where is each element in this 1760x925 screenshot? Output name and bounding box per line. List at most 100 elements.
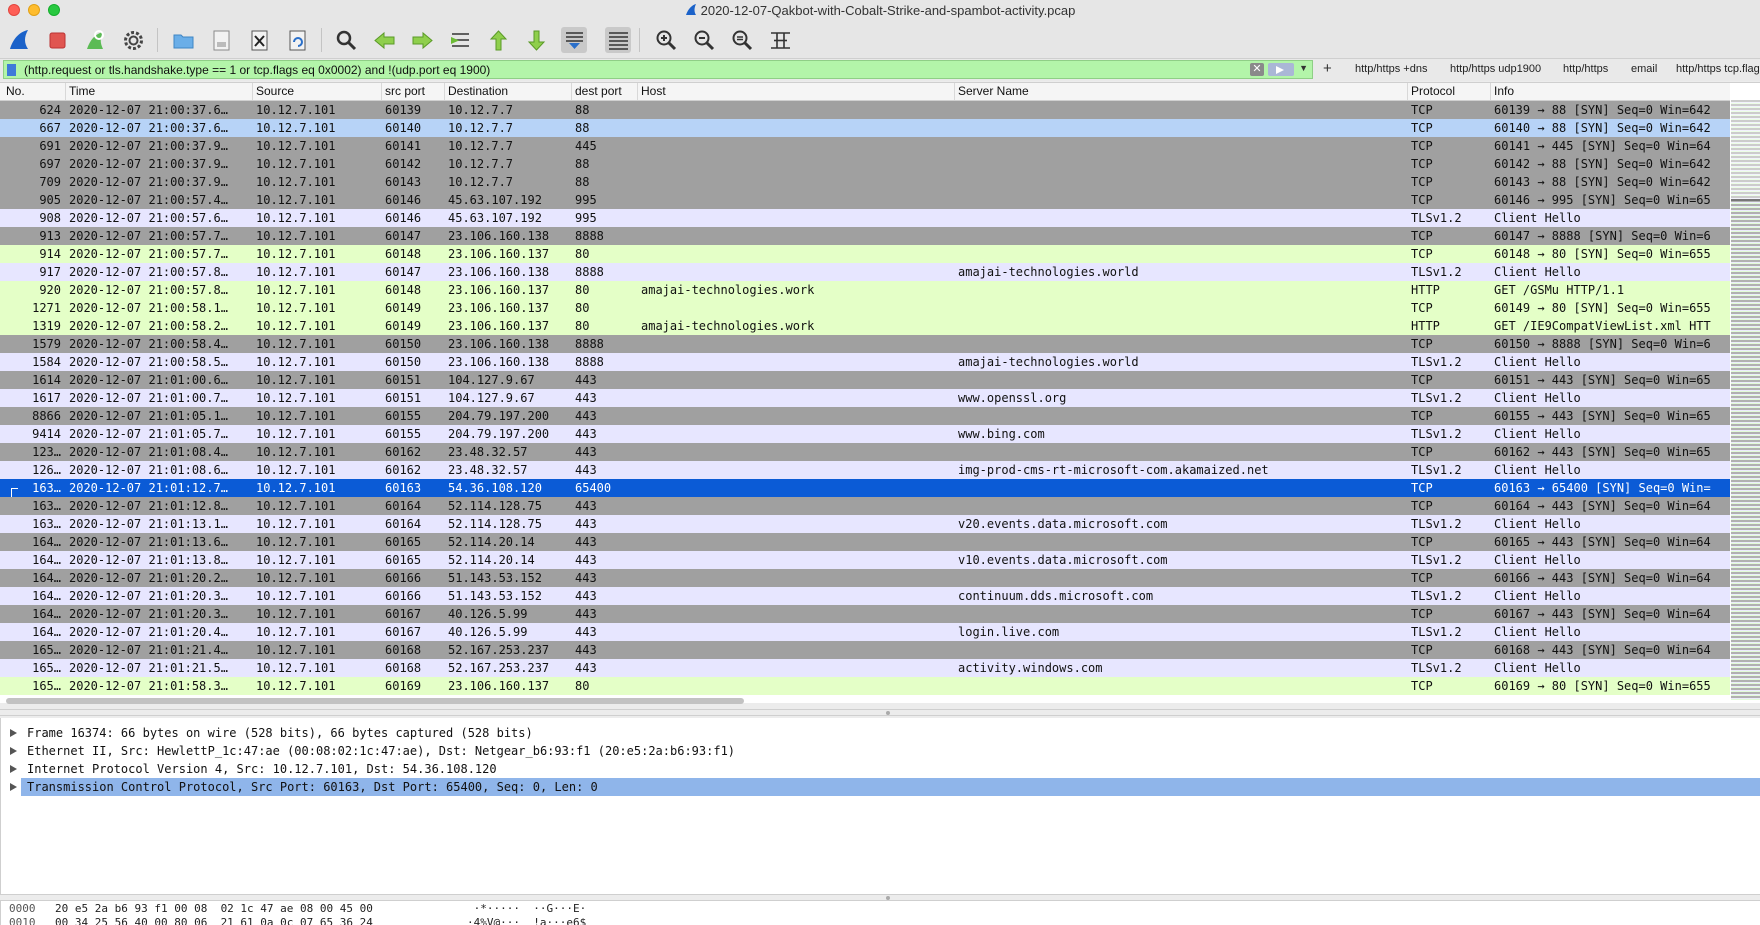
packet-row[interactable]: 8866 2020-12-07 21:01:05.1… 10.12.7.101 601…	[0, 407, 1730, 425]
packet-row[interactable]: 1271 2020-12-07 21:00:58.1… 10.12.7.101 601…	[0, 299, 1730, 317]
col-host-header[interactable]: Host	[641, 84, 666, 98]
col-protocol-header[interactable]: Protocol	[1411, 84, 1455, 98]
expand-triangle-icon[interactable]	[10, 729, 17, 737]
detail-tree-item[interactable]: Transmission Control Protocol, Src Port:…	[1, 778, 1760, 796]
detail-tree-item[interactable]: Frame 16374: 66 bytes on wire (528 bits)…	[1, 724, 1760, 742]
column-divider[interactable]	[65, 83, 66, 100]
packet-row[interactable]: 1584 2020-12-07 21:00:58.5… 10.12.7.101 601…	[0, 353, 1730, 371]
packet-row[interactable]: 913 2020-12-07 21:00:57.7… 10.12.7.101 6014…	[0, 227, 1730, 245]
col-time-header[interactable]: Time	[69, 84, 95, 98]
packet-row[interactable]: 165… 2020-12-07 21:01:21.5… 10.12.7.101 601…	[0, 659, 1730, 677]
filter-button-http-dns[interactable]: http/https +dns	[1355, 63, 1427, 75]
shark-fin-start-button[interactable]	[6, 27, 32, 53]
column-divider[interactable]	[444, 83, 445, 100]
filter-button-http-tcp-flags[interactable]: http/https tcp.flags	[1676, 63, 1760, 75]
column-divider[interactable]	[571, 83, 572, 100]
last-packet-button[interactable]	[523, 27, 549, 53]
filter-button-email[interactable]: email	[1631, 63, 1657, 75]
go-to-packet-button[interactable]	[447, 27, 473, 53]
packet-row[interactable]: 164… 2020-12-07 21:01:13.6… 10.12.7.101 601…	[0, 533, 1730, 551]
restart-capture-button[interactable]	[82, 27, 108, 53]
column-divider[interactable]	[381, 83, 382, 100]
col-dest-port-header[interactable]: dest port	[575, 84, 622, 98]
col-destination-header[interactable]: Destination	[448, 84, 508, 98]
packet-row[interactable]: 667 2020-12-07 21:00:37.6… 10.12.7.101 6014…	[0, 119, 1730, 137]
colorize-button[interactable]	[605, 27, 631, 53]
packet-details-pane[interactable]: Frame 16374: 66 bytes on wire (528 bits)…	[0, 718, 1760, 894]
packet-row[interactable]: 123… 2020-12-07 21:01:08.4… 10.12.7.101 601…	[0, 443, 1730, 461]
minimap-thumb[interactable]	[1731, 100, 1760, 201]
packet-row[interactable]: 697 2020-12-07 21:00:37.9… 10.12.7.101 6014…	[0, 155, 1730, 173]
packet-row[interactable]: 164… 2020-12-07 21:01:13.8… 10.12.7.101 601…	[0, 551, 1730, 569]
packet-row[interactable]: 624 2020-12-07 21:00:37.6… 10.12.7.101 6013…	[0, 101, 1730, 119]
display-filter-input[interactable]: (http.request or tls.handshake.type == 1…	[3, 60, 1313, 79]
add-filter-button[interactable]: +	[1323, 60, 1332, 77]
packet-row[interactable]: 1614 2020-12-07 21:01:00.6… 10.12.7.101 601…	[0, 371, 1730, 389]
packet-row[interactable]: 165… 2020-12-07 21:01:58.3… 10.12.7.101 601…	[0, 677, 1730, 695]
packet-row[interactable]: 709 2020-12-07 21:00:37.9… 10.12.7.101 6014…	[0, 173, 1730, 191]
hex-dump-row[interactable]: 0010 00 34 25 56 40 00 80 06 21 61 0a 0c …	[1, 915, 1760, 925]
packet-row[interactable]: 1319 2020-12-07 21:00:58.2… 10.12.7.101 601…	[0, 317, 1730, 335]
col-source-header[interactable]: Source	[256, 84, 294, 98]
go-back-button[interactable]	[371, 27, 397, 53]
packet-row[interactable]: 164… 2020-12-07 21:01:20.3… 10.12.7.101 601…	[0, 605, 1730, 623]
zoom-normal-button[interactable]	[729, 27, 755, 53]
packet-row[interactable]: 917 2020-12-07 21:00:57.8… 10.12.7.101 6014…	[0, 263, 1730, 281]
detail-tree-item[interactable]: Ethernet II, Src: HewlettP_1c:47:ae (00:…	[1, 742, 1760, 760]
packet-row[interactable]: 691 2020-12-07 21:00:37.9… 10.12.7.101 6014…	[0, 137, 1730, 155]
first-packet-button[interactable]	[485, 27, 511, 53]
packet-list[interactable]: No. Time Source src port Destination dest por…	[0, 82, 1760, 704]
packet-row[interactable]: 164… 2020-12-07 21:01:20.2… 10.12.7.101 601…	[0, 569, 1730, 587]
display-filter-text[interactable]: (http.request or tls.handshake.type == 1…	[24, 63, 490, 77]
column-divider[interactable]	[252, 83, 253, 100]
packet-row[interactable]: 163… 2020-12-07 21:01:13.1… 10.12.7.101 601…	[0, 515, 1730, 533]
packet-row[interactable]: 914 2020-12-07 21:00:57.7… 10.12.7.101 6014…	[0, 245, 1730, 263]
expand-triangle-icon[interactable]	[10, 783, 17, 791]
col-info-header[interactable]: Info	[1494, 84, 1514, 98]
zoom-out-button[interactable]	[691, 27, 717, 53]
packet-row[interactable]: 164… 2020-12-07 21:01:20.3… 10.12.7.101 601…	[0, 587, 1730, 605]
close-file-button[interactable]	[246, 27, 272, 53]
column-divider[interactable]	[637, 83, 638, 100]
detail-tree-item[interactable]: Internet Protocol Version 4, Src: 10.12.…	[1, 760, 1760, 778]
find-packet-button[interactable]	[333, 27, 359, 53]
pane-splitter-bottom[interactable]	[0, 894, 1760, 901]
packet-row[interactable]: 165… 2020-12-07 21:01:21.4… 10.12.7.101 601…	[0, 641, 1730, 659]
capture-options-gear-button[interactable]	[120, 27, 146, 53]
packet-row[interactable]: 163… 2020-12-07 21:01:12.8… 10.12.7.101 601…	[0, 497, 1730, 515]
open-folder-button[interactable]	[170, 27, 196, 53]
col-src-port-header[interactable]: src port	[385, 84, 425, 98]
stop-capture-button[interactable]	[44, 27, 70, 53]
packet-row[interactable]: 1579 2020-12-07 21:00:58.4… 10.12.7.101 601…	[0, 335, 1730, 353]
filter-history-dropdown[interactable]: ▼	[1299, 63, 1308, 73]
packet-bytes-pane[interactable]: 0000 20 e5 2a b6 93 f1 00 08 02 1c 47 ae …	[0, 901, 1760, 925]
packet-minimap-scrollbar[interactable]	[1731, 100, 1760, 700]
filter-bookmark-icon[interactable]	[7, 64, 16, 76]
save-file-button[interactable]	[208, 27, 234, 53]
col-no-header[interactable]: No.	[6, 84, 25, 98]
resize-columns-button[interactable]	[767, 27, 793, 53]
packet-row[interactable]: 920 2020-12-07 21:00:57.8… 10.12.7.101 6014…	[0, 281, 1730, 299]
pane-splitter-top[interactable]	[0, 709, 1760, 716]
packet-row[interactable]: 908 2020-12-07 21:00:57.6… 10.12.7.101 6014…	[0, 209, 1730, 227]
col-server-name-header[interactable]: Server Name	[958, 84, 1029, 98]
expand-triangle-icon[interactable]	[10, 765, 17, 773]
clear-filter-button[interactable]: ✕	[1250, 63, 1264, 76]
column-divider[interactable]	[1407, 83, 1408, 100]
zoom-in-button[interactable]	[653, 27, 679, 53]
column-divider[interactable]	[1490, 83, 1491, 100]
packet-row[interactable]: 164… 2020-12-07 21:01:20.4… 10.12.7.101 601…	[0, 623, 1730, 641]
packet-row[interactable]: 1617 2020-12-07 21:01:00.7… 10.12.7.101 601…	[0, 389, 1730, 407]
column-divider[interactable]	[954, 83, 955, 100]
filter-button-http[interactable]: http/https	[1563, 63, 1608, 75]
packet-row[interactable]: 9414 2020-12-07 21:01:05.7… 10.12.7.101 601…	[0, 425, 1730, 443]
autoscroll-button[interactable]	[561, 27, 587, 53]
go-forward-button[interactable]	[409, 27, 435, 53]
packet-list-horizontal-scrollbar[interactable]	[6, 698, 744, 704]
apply-filter-button[interactable]	[1268, 63, 1294, 76]
expand-triangle-icon[interactable]	[10, 747, 17, 755]
packet-row[interactable]: 126… 2020-12-07 21:01:08.6… 10.12.7.101 601…	[0, 461, 1730, 479]
filter-button-http-udp1900[interactable]: http/https udp1900	[1450, 63, 1541, 75]
packet-row[interactable]: 905 2020-12-07 21:00:57.4… 10.12.7.101 6014…	[0, 191, 1730, 209]
reload-file-button[interactable]	[284, 27, 310, 53]
